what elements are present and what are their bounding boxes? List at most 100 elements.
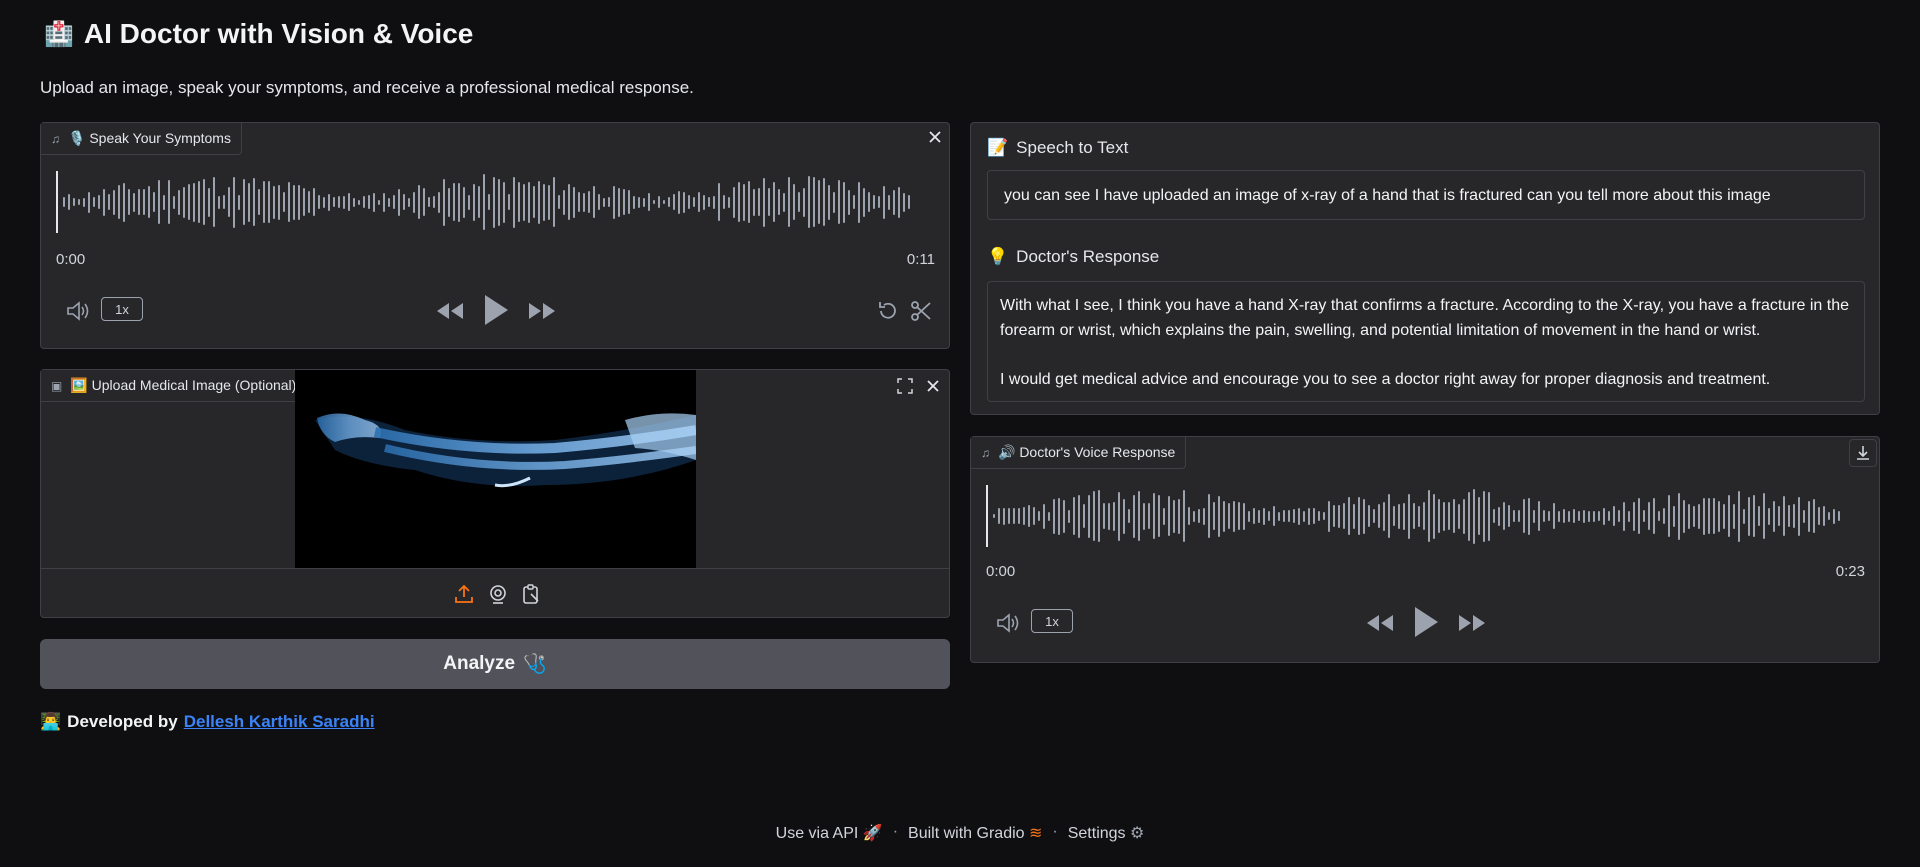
waveform-bar: [683, 191, 685, 213]
waveform-bar: [813, 177, 815, 227]
waveform-bar: [198, 181, 200, 223]
waveform-bar: [1748, 496, 1750, 536]
clear-audio-button[interactable]: [921, 123, 949, 151]
play-button[interactable]: [479, 291, 513, 329]
doctor-response-output[interactable]: With what I see, I think you have a hand…: [987, 281, 1865, 402]
speech-to-text-output[interactable]: you can see I have uploaded an image of …: [987, 170, 1865, 220]
waveform-bar: [718, 183, 720, 221]
analyze-button[interactable]: Analyze 🩺: [40, 639, 950, 689]
waveform-bar: [163, 194, 165, 210]
waveform-bar: [1423, 502, 1425, 530]
undo-icon: [879, 302, 896, 319]
waveform-bar: [1528, 497, 1530, 535]
waveform-bar: [873, 195, 875, 209]
webcam-source-button[interactable]: [485, 581, 511, 607]
voice-skip-forward-button[interactable]: [1455, 609, 1489, 637]
waveform-bar: [218, 195, 220, 209]
waveform-bar: [503, 181, 505, 223]
waveform-bar: [1663, 508, 1665, 524]
trim-button[interactable]: [907, 297, 935, 325]
waveform-bar: [1678, 492, 1680, 540]
waveform-bar: [533, 186, 535, 218]
use-via-api-link[interactable]: Use via API 🚀: [776, 823, 883, 843]
waveform-bar: [568, 184, 570, 220]
waveform-bar: [158, 180, 160, 224]
audio-input-waveform[interactable]: [63, 171, 923, 233]
waveform-bar: [1508, 505, 1510, 527]
waveform-bar: [413, 191, 415, 213]
waveform-bar: [1073, 497, 1075, 535]
voice-skip-backward-button[interactable]: [1363, 609, 1397, 637]
text-output-panel: 📝 Speech to Text you can see I have uplo…: [970, 122, 1880, 415]
waveform-bar: [1788, 505, 1790, 527]
xray-image[interactable]: [295, 370, 696, 568]
clipboard-source-button[interactable]: [518, 581, 544, 607]
developer-link[interactable]: Dellesh Karthik Saradhi: [184, 712, 375, 732]
voice-volume-button[interactable]: [993, 608, 1023, 638]
waveform-bar: [1698, 503, 1700, 529]
skip-forward-button[interactable]: [525, 297, 559, 325]
waveform-bar: [1503, 502, 1505, 530]
waveform-bar: [363, 196, 365, 208]
built-with-gradio-link[interactable]: Built with Gradio ≋: [908, 823, 1042, 843]
doctor-response-label: 💡 Doctor's Response: [987, 247, 1159, 267]
waveform-bar: [878, 196, 880, 208]
gear-icon: ⚙: [1130, 825, 1145, 842]
waveform-bar: [1408, 493, 1410, 539]
waveform-bar: [293, 184, 295, 220]
waveform-bar: [1358, 497, 1360, 535]
voice-output-duration: 0:23: [1835, 563, 1865, 580]
volume-button[interactable]: [63, 296, 93, 326]
waveform-bar: [693, 197, 695, 207]
waveform-bar: [608, 197, 610, 207]
waveform-bar: [463, 186, 465, 218]
waveform-bar: [1343, 503, 1345, 529]
waveform-bar: [743, 183, 745, 221]
page-title-text: AI Doctor with Vision & Voice: [83, 18, 474, 49]
waveform-bar: [1363, 498, 1365, 534]
waveform-bar: [1338, 504, 1340, 528]
volume-icon: [67, 301, 89, 321]
download-audio-button[interactable]: [1849, 439, 1877, 467]
fast-forward-icon: [1459, 615, 1485, 631]
reset-button[interactable]: [874, 297, 902, 325]
waveform-bar: [1293, 509, 1295, 523]
fast-forward-icon: [529, 303, 555, 319]
waveform-bar: [1418, 505, 1420, 527]
waveform-bar: [748, 181, 750, 223]
upload-source-button[interactable]: [451, 581, 477, 607]
voice-play-button[interactable]: [1409, 603, 1443, 641]
clear-image-button[interactable]: [919, 372, 947, 400]
waveform-bar: [868, 192, 870, 212]
waveform-bar: [863, 187, 865, 217]
voice-playback-rate-button[interactable]: 1x: [1031, 609, 1073, 633]
waveform-bar: [173, 195, 175, 209]
developer-emoji-icon: 👨‍💻: [40, 712, 62, 731]
waveform-bar: [728, 196, 730, 208]
playback-rate-button[interactable]: 1x: [101, 297, 143, 321]
waveform-bar: [768, 188, 770, 216]
waveform-bar: [1378, 504, 1380, 528]
waveform-bar: [888, 194, 890, 210]
waveform-bar: [998, 508, 1000, 524]
waveform-bar: [428, 197, 430, 207]
voice-output-waveform[interactable]: [993, 485, 1853, 547]
waveform-bar: [633, 195, 635, 209]
waveform-bar: [593, 186, 595, 218]
settings-link[interactable]: Settings ⚙: [1068, 823, 1145, 843]
waveform-bar: [1018, 508, 1020, 524]
waveform-bar: [1773, 500, 1775, 532]
image-input-label-text: 🖼️ Upload Medical Image (Optional): [70, 377, 297, 393]
waveform-bar: [118, 185, 120, 219]
voice-output-panel: ♫ 🔊 Doctor's Voice Response 0:00 0:23 1x: [970, 436, 1880, 663]
waveform-bar: [1013, 508, 1015, 524]
skip-backward-button[interactable]: [433, 297, 467, 325]
waveform-bar: [643, 197, 645, 207]
waveform-bar: [1043, 503, 1045, 529]
waveform-bar: [1808, 500, 1810, 532]
waveform-bar: [1818, 507, 1820, 525]
waveform-bar: [1758, 506, 1760, 526]
fullscreen-button[interactable]: [891, 372, 919, 400]
waveform-bar: [778, 189, 780, 215]
doctor-response-paragraph-2: I would get medical advice and encourage…: [1000, 371, 1771, 388]
